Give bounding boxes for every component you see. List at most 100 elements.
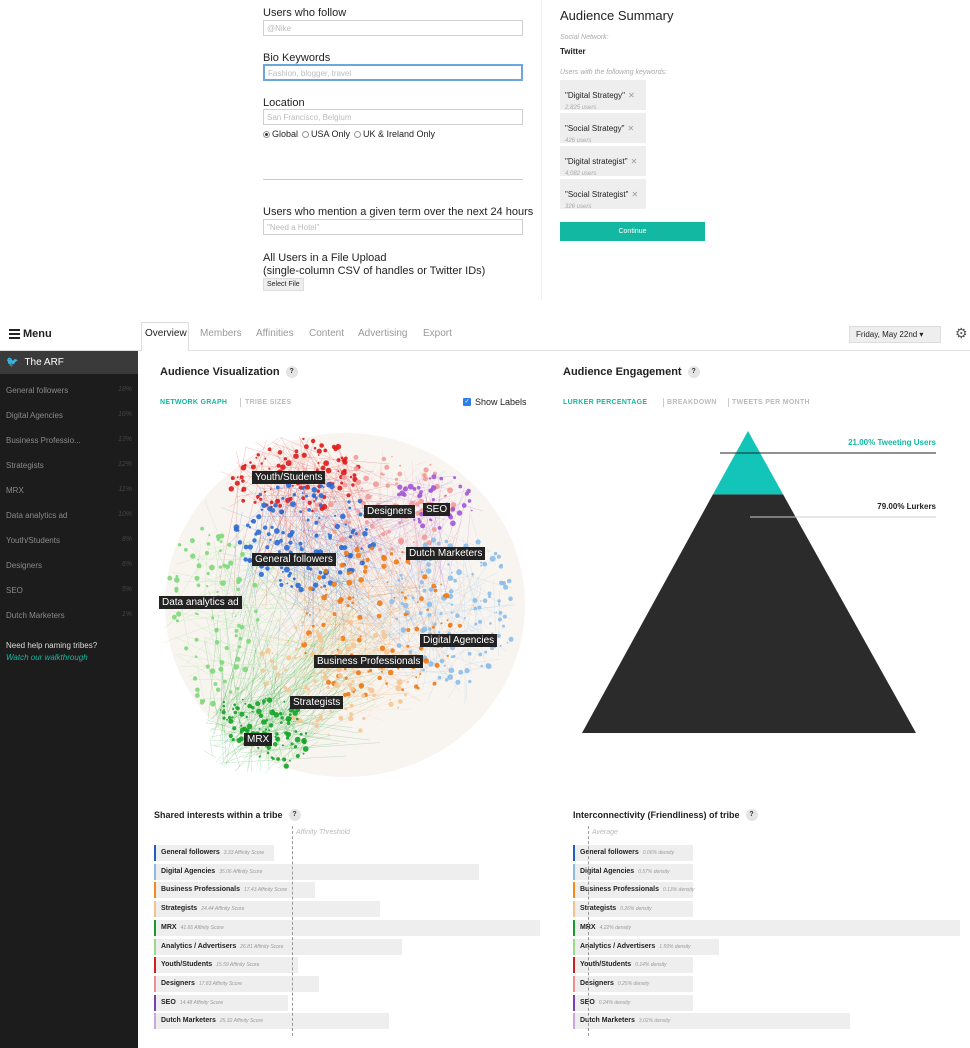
subtab-breakdown[interactable]: BREAKDOWN xyxy=(667,399,717,406)
sidebar-item-general-followers[interactable]: General followers 18% xyxy=(6,386,132,395)
keyword-chip: "Digital Strategy" ✕ 2,825 users xyxy=(560,80,646,111)
bar-row: MRX 41.66 Affinity Score xyxy=(154,919,540,936)
bar-label: Strategists 24.44 Affinity Score xyxy=(161,905,244,912)
checkbox-checked-icon: ✓ xyxy=(463,398,471,406)
label-strategists: Strategists xyxy=(290,696,344,709)
bar-row: Youth/Students 15.59 Affinity Score xyxy=(154,957,540,974)
sidebar-item-youth-students[interactable]: Youth/Students 8% xyxy=(6,536,132,545)
bar-accent xyxy=(573,882,575,899)
sidebar-item-designers[interactable]: Designers 6% xyxy=(6,561,132,570)
subtab-tribe-sizes[interactable]: TRIBE SIZES xyxy=(245,399,291,406)
bar-accent xyxy=(154,975,156,992)
form-divider xyxy=(263,179,523,180)
sidebar-item-pct: 5% xyxy=(121,586,132,593)
upload-sublabel: (single-column CSV of handles or Twitter… xyxy=(263,265,486,277)
walkthrough-link[interactable]: Watch our walkthrough xyxy=(6,653,88,662)
sidebar-item-digital-agencies[interactable]: Digital Agencies 16% xyxy=(6,411,132,420)
keyword-chip: "Digital strategist" ✕ 4,082 users xyxy=(560,146,646,177)
sidebar-item-mrx[interactable]: MRX 11% xyxy=(6,486,132,495)
tweeting-users-label: 21.00% Tweeting Users xyxy=(848,438,936,447)
bar-score: 25.32 Affinity Score xyxy=(219,1018,264,1025)
close-icon[interactable]: ✕ xyxy=(631,190,638,199)
close-icon[interactable]: ✕ xyxy=(628,91,635,100)
tab-members[interactable]: Members xyxy=(200,328,242,339)
bar-label: Analytics / Advertisers 1.59% density xyxy=(580,943,691,950)
help-icon[interactable]: ? xyxy=(687,366,700,378)
bar-accent xyxy=(573,845,575,861)
mention-input[interactable]: "Need a Hotel" xyxy=(263,219,523,235)
tab-export[interactable]: Export xyxy=(423,328,452,339)
bar-label: Designers 17.83 Affinity Score xyxy=(161,980,242,987)
hamburger-icon xyxy=(9,327,20,341)
bar-accent xyxy=(573,901,575,918)
radio-global[interactable]: Global xyxy=(263,129,298,139)
network-value: Twitter xyxy=(560,47,586,56)
bar-score: 24.44 Affinity Score xyxy=(201,906,245,913)
help-icon[interactable]: ? xyxy=(285,366,298,378)
radio-usa[interactable]: USA Only xyxy=(302,129,350,139)
sidebar-item-pct: 16% xyxy=(117,411,132,418)
tab-overview[interactable]: Overview xyxy=(145,328,187,339)
select-file-button[interactable]: Select File xyxy=(263,278,304,291)
bar-accent xyxy=(573,994,575,1011)
show-labels-checkbox[interactable]: ✓ Show Labels xyxy=(463,397,527,407)
bar-row: Strategists 0.26% density xyxy=(573,901,960,918)
location-input[interactable]: San Francisco, Belgium xyxy=(263,109,523,125)
bar-name: Strategists xyxy=(580,905,617,913)
sidebar-item-seo[interactable]: SEO 5% xyxy=(6,586,132,595)
date-dropdown[interactable]: Friday, May 22nd ▾ xyxy=(849,326,941,343)
help-icon[interactable]: ? xyxy=(745,809,758,821)
follow-input[interactable]: @Nike xyxy=(263,20,523,36)
tab-affinities[interactable]: Affinities xyxy=(256,328,294,339)
bar-name: Designers xyxy=(580,979,614,987)
sidebar-item-business-professionals[interactable]: Business Professio... 13% xyxy=(6,436,132,445)
bar-label: Business Professionals 17.43 Affinity Sco… xyxy=(161,886,287,893)
bar-score: 15.59 Affinity Score xyxy=(216,962,260,969)
bar-name: MRX xyxy=(161,923,177,931)
bar-accent xyxy=(154,957,156,974)
bar-label: Analytics / Advertisers 26.81 Affinity Sc… xyxy=(161,943,283,950)
label-general-followers: General followers xyxy=(252,553,336,566)
subtab-tweets-per-month[interactable]: TWEETS PER MONTH xyxy=(732,399,810,406)
bar-score: 0.26% density xyxy=(620,906,652,913)
gear-icon[interactable]: ⚙ xyxy=(955,325,968,342)
tab-advertising[interactable]: Advertising xyxy=(358,328,407,339)
bar-score: 1.59% density xyxy=(659,943,691,950)
bar-score: 0.25% density xyxy=(617,980,650,987)
sidebar-item-pct: 12% xyxy=(117,461,132,468)
subtab-lurker-percentage[interactable]: LURKER PERCENTAGE xyxy=(563,399,647,406)
sidebar-item-dutch-marketers[interactable]: Dutch Marketers 1% xyxy=(6,611,132,620)
bar-score: 0.13% density xyxy=(662,887,695,894)
menu-button[interactable]: Menu xyxy=(0,318,138,351)
bar-accent xyxy=(154,938,156,955)
account-row[interactable]: 🐦 The ARF xyxy=(0,351,138,374)
bar-accent xyxy=(154,1013,156,1030)
tab-content[interactable]: Content xyxy=(309,328,344,339)
bar-name: General followers xyxy=(161,849,220,856)
radio-label: USA Only xyxy=(311,129,351,139)
keyword-name: "Digital strategist" xyxy=(565,157,628,166)
bar-row: Analytics / Advertisers 26.81 Affinity Sc… xyxy=(154,938,540,955)
bar-accent xyxy=(154,994,156,1011)
close-icon[interactable]: ✕ xyxy=(631,157,638,166)
sidebar-item-strategists[interactable]: Strategists 12% xyxy=(6,461,132,470)
continue-button[interactable]: Continue xyxy=(560,222,705,241)
label-data-analytics: Data analytics ad xyxy=(159,596,242,609)
sidebar-item-label: Dutch Marketers xyxy=(6,611,65,620)
bar-row: Digital Agencies 0.57% density xyxy=(573,863,960,880)
bar-score: 41.66 Affinity Score xyxy=(180,924,224,931)
help-icon[interactable]: ? xyxy=(288,809,301,821)
close-icon[interactable]: ✕ xyxy=(627,124,634,133)
keyword-name: "Digital Strategy" xyxy=(565,91,625,100)
menu-label: Menu xyxy=(23,328,52,340)
subtab-network-graph[interactable]: NETWORK GRAPH xyxy=(160,399,227,406)
account-name: The ARF xyxy=(24,357,64,368)
bar-label: SEO 14.48 Affinity Score xyxy=(161,999,223,1006)
label-youth-students: Youth/Students xyxy=(252,471,326,484)
sidebar-item-data-analytics[interactable]: Data analytics ad 10% xyxy=(6,511,132,520)
average-label: Average xyxy=(592,829,618,836)
bar-accent xyxy=(154,901,156,918)
bar-score: 0.57% density xyxy=(638,868,670,875)
bio-input[interactable]: Fashion, blogger, travel xyxy=(263,64,523,81)
radio-uk[interactable]: UK & Ireland Only xyxy=(354,129,435,139)
